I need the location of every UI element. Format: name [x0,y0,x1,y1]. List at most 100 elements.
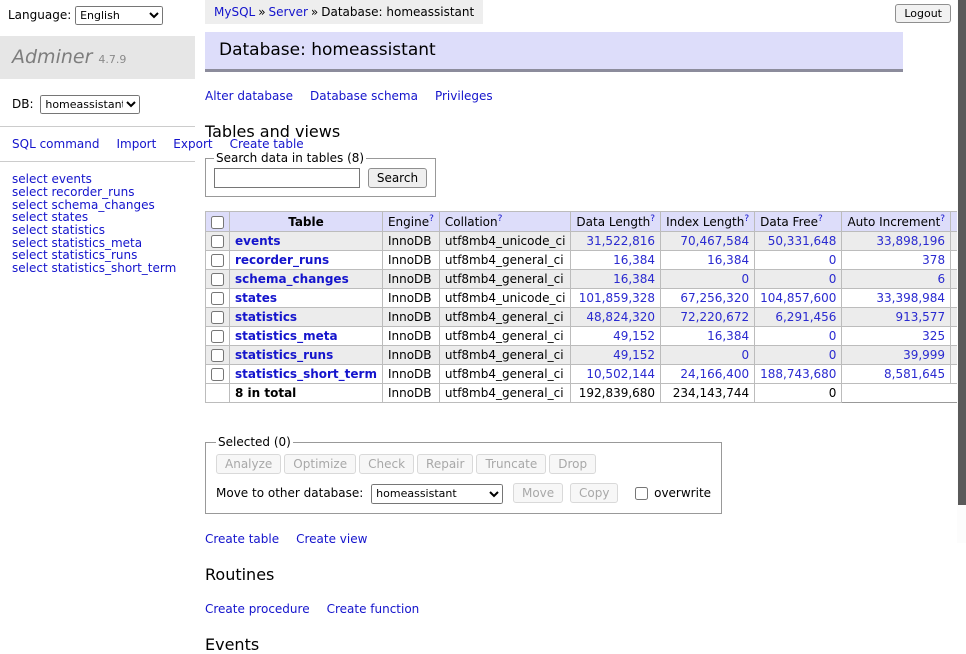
table-name-link[interactable]: statistics_runs [235,348,333,362]
data-free-link[interactable]: 0 [829,253,837,267]
row-checkbox[interactable] [211,235,224,248]
table-name-link[interactable]: recorder_runs [235,253,329,267]
row-checkbox[interactable] [211,254,224,267]
column-header-collation: Collation [445,215,498,229]
sidebar-select-table-link[interactable]: select recorder_runs [12,186,195,199]
row-checkbox[interactable] [211,273,224,286]
selected-action-button: Optimize [284,454,356,474]
auto-increment-link[interactable]: 325 [922,329,945,343]
table-row: events InnoDB utf8mb4_unicode_ci 31,522,… [206,232,966,251]
collation-cell: utf8mb4_general_ci [439,270,571,289]
engine-cell: InnoDB [382,365,439,384]
table-row: statistics_short_term InnoDB utf8mb4_gen… [206,365,966,384]
data-free-link[interactable]: 188,743,680 [760,367,836,381]
sidebar-select-table-link[interactable]: select events [12,173,195,186]
adminer-logo: Adminer4.7.9 [0,36,195,79]
table-name-link[interactable]: schema_changes [235,272,349,286]
page-title: Database: homeassistant [205,32,903,72]
data-length-link[interactable]: 16,384 [613,253,655,267]
data-length-link[interactable]: 49,152 [613,329,655,343]
data-length-link[interactable]: 16,384 [613,272,655,286]
help-link-icon[interactable]: ? [940,214,945,224]
index-length-link[interactable]: 16,384 [707,253,749,267]
logout-button[interactable]: Logout [895,4,951,23]
auto-increment-link[interactable]: 913,577 [895,310,945,324]
total-collation: utf8mb4_general_ci [439,384,571,403]
database-action-link[interactable]: Privileges [435,89,493,103]
overwrite-checkbox[interactable] [635,487,648,500]
help-link-icon[interactable]: ? [744,214,749,224]
language-select[interactable]: English [75,6,163,25]
collation-cell: utf8mb4_unicode_ci [439,232,571,251]
index-length-link[interactable]: 0 [741,272,749,286]
data-free-link[interactable]: 0 [829,348,837,362]
table-name-link[interactable]: events [235,234,281,248]
routine-create-link[interactable]: Create procedure [205,602,310,616]
row-checkbox[interactable] [211,349,224,362]
table-name-link[interactable]: statistics_meta [235,329,338,343]
select-all-checkbox[interactable] [211,216,224,229]
data-length-link[interactable]: 48,824,320 [586,310,655,324]
create-link[interactable]: Create table [205,532,279,546]
breadcrumb-server-link[interactable]: Server [269,5,308,19]
search-button[interactable]: Search [368,168,427,188]
collation-cell: utf8mb4_general_ci [439,308,571,327]
total-data-free: 0 [755,384,842,403]
db-label: DB: [12,97,34,111]
index-length-link[interactable]: 24,166,400 [680,367,749,381]
sidebar-action-link[interactable]: Import [116,137,156,151]
help-link-icon[interactable]: ? [818,214,823,224]
index-length-link[interactable]: 16,384 [707,329,749,343]
db-select[interactable]: homeassistant [40,95,140,114]
vertical-scrollbar[interactable] [957,0,966,543]
index-length-link[interactable]: 70,467,584 [680,234,749,248]
scrollbar-thumb[interactable] [958,0,966,505]
data-free-link[interactable]: 104,857,600 [760,291,836,305]
help-link-icon[interactable]: ? [429,214,434,224]
table-name-link[interactable]: states [235,291,277,305]
help-link-icon[interactable]: ? [650,214,655,224]
sidebar-action-link[interactable]: SQL command [12,137,99,151]
row-checkbox[interactable] [211,292,224,305]
data-free-link[interactable]: 6,291,456 [775,310,836,324]
table-name-link[interactable]: statistics [235,310,297,324]
data-length-link[interactable]: 49,152 [613,348,655,362]
auto-increment-link[interactable]: 378 [922,253,945,267]
row-checkbox[interactable] [211,368,224,381]
auto-increment-link[interactable]: 8,581,645 [884,367,945,381]
row-checkbox[interactable] [211,330,224,343]
data-free-link[interactable]: 0 [829,272,837,286]
collation-cell: utf8mb4_general_ci [439,346,571,365]
auto-increment-link[interactable]: 33,898,196 [876,234,945,248]
database-action-link[interactable]: Alter database [205,89,293,103]
table-name-link[interactable]: statistics_short_term [235,367,377,381]
selected-action-button: Truncate [476,454,546,474]
sidebar-select-table-link[interactable]: select statistics_short_term [12,262,195,275]
data-length-link[interactable]: 101,859,328 [579,291,655,305]
index-length-link[interactable]: 72,220,672 [680,310,749,324]
routines-heading: Routines [205,565,957,584]
data-length-link[interactable]: 10,502,144 [586,367,655,381]
data-free-link[interactable]: 0 [829,329,837,343]
row-checkbox[interactable] [211,311,224,324]
breadcrumb-mysql-link[interactable]: MySQL [214,5,255,19]
create-link[interactable]: Create view [296,532,367,546]
auto-increment-link[interactable]: 33,398,984 [876,291,945,305]
routine-create-link[interactable]: Create function [327,602,420,616]
index-length-link[interactable]: 67,256,320 [680,291,749,305]
index-length-link[interactable]: 0 [741,348,749,362]
sidebar: Language: English Adminer4.7.9 DB: homea… [0,0,195,275]
sidebar-select-table-link[interactable]: select statistics [12,224,195,237]
db-select-row: DB: homeassistant [0,79,195,118]
data-free-link[interactable]: 50,331,648 [768,234,837,248]
tables-heading: Tables and views [205,122,957,141]
auto-increment-link[interactable]: 6 [937,272,945,286]
table-total-row: 8 in total InnoDB utf8mb4_general_ci 192… [206,384,966,403]
database-action-link[interactable]: Database schema [310,89,418,103]
search-input[interactable] [214,168,360,188]
data-length-link[interactable]: 31,522,816 [586,234,655,248]
auto-increment-link[interactable]: 39,999 [903,348,945,362]
adminer-home-link[interactable]: Adminer [12,46,92,68]
move-database-select[interactable]: homeassistant [371,484,503,504]
help-link-icon[interactable]: ? [498,214,503,224]
